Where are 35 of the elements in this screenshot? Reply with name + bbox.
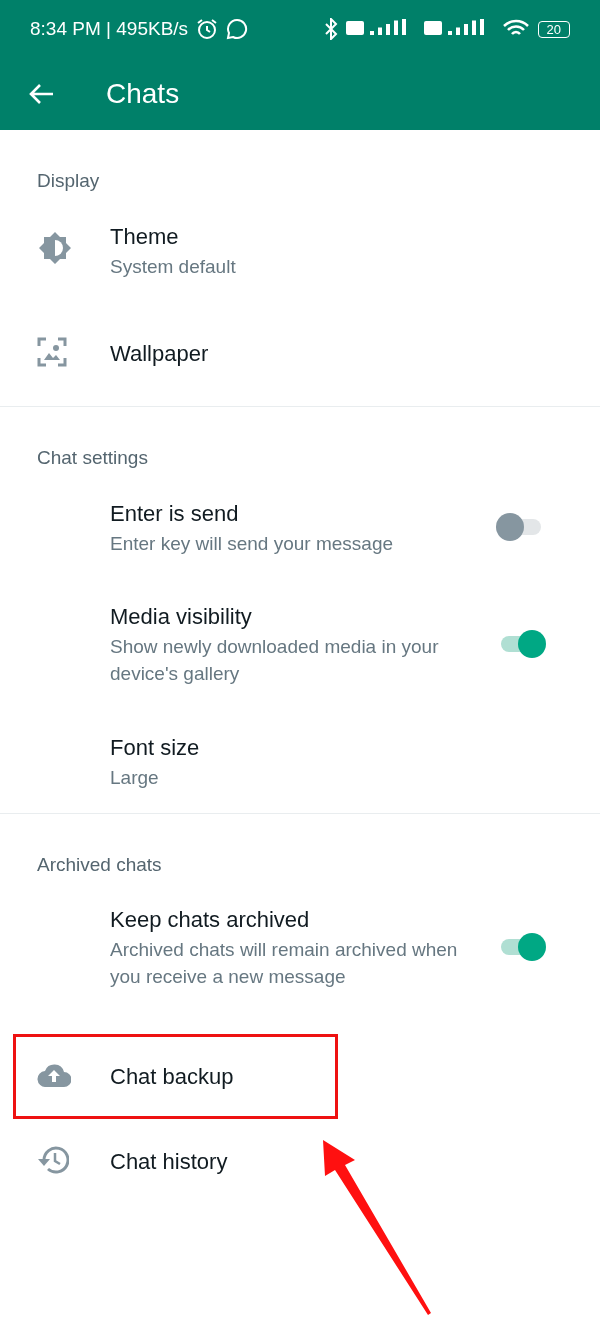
- item-title: Keep chats archived: [110, 906, 311, 934]
- history-icon: [37, 1144, 69, 1175]
- settings-item[interactable]: Keep chats archived Archived chats will remain archived when you receive a new message: [0, 882, 600, 1012]
- item-title: Theme: [110, 222, 180, 251]
- settings-item[interactable]: Media visibility Show newly downloaded media in your device's gallery: [0, 579, 600, 709]
- item-title: Wallpaper: [110, 340, 210, 368]
- item-subtitle: Archived chats will remain archived when you receive a new message: [110, 938, 459, 989]
- settings-item[interactable]: Font size Large: [0, 709, 600, 813]
- back-arrow-icon[interactable]: [28, 83, 54, 105]
- item-title: Font size: [110, 733, 201, 762]
- status-time: 8:34 PM | 495KB/s: [30, 18, 189, 40]
- chat-bubble-icon: [226, 18, 249, 40]
- section-header: Chat settings: [36, 446, 149, 470]
- cloud-upload-icon: [37, 1062, 71, 1087]
- bluetooth-icon: [323, 18, 338, 40]
- settings-item[interactable]: Chat history: [13, 1119, 338, 1204]
- item-subtitle: Enter key will send your message: [110, 531, 394, 556]
- battery-indicator: 20: [537, 20, 570, 38]
- item-subtitle: Show newly downloaded media in your device's gallery: [110, 635, 440, 686]
- toolbar-title: Chats: [106, 78, 180, 110]
- alarm-icon: [196, 18, 219, 40]
- item-title: Chat history: [110, 1147, 229, 1176]
- settings-item[interactable]: Chat backup: [13, 1034, 338, 1119]
- section-header: Archived chats: [36, 853, 163, 877]
- item-title: Chat backup: [110, 1062, 235, 1091]
- wallpaper-icon: [37, 337, 67, 367]
- item-title: Enter is send: [110, 499, 240, 528]
- item-subtitle: Large: [110, 765, 160, 790]
- item-title: Media visibility: [110, 603, 253, 631]
- item-subtitle: System default: [110, 254, 237, 279]
- settings-item[interactable]: Enter is send Enter key will send your message: [0, 475, 600, 579]
- settings-item[interactable]: Wallpaper: [0, 302, 600, 406]
- settings-item[interactable]: Theme System default: [0, 198, 600, 302]
- section-header: Display: [36, 169, 101, 193]
- brightness-icon: [37, 230, 73, 266]
